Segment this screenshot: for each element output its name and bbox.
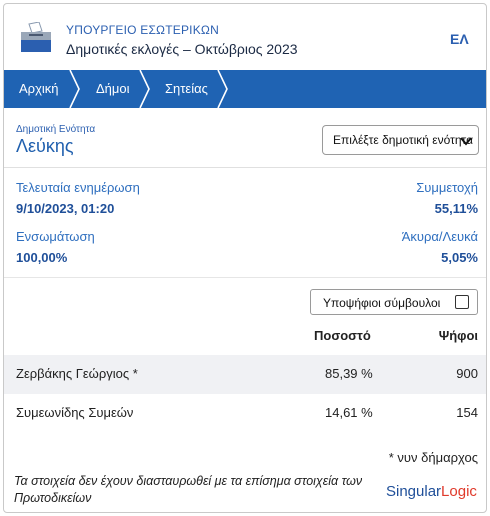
- divider: [4, 277, 486, 278]
- unit-select[interactable]: Επιλέξτε δημοτική ενότητα: [322, 125, 479, 155]
- turnout-value: 55,11%: [434, 201, 478, 216]
- unit-label: Δημοτική Ενότητα: [16, 124, 96, 135]
- last-update-value: 9/10/2023, 01:20: [16, 201, 115, 216]
- language-switch[interactable]: ΕΛ: [450, 31, 469, 47]
- invalid-blank-label: Άκυρα/Λευκά: [401, 229, 478, 244]
- unit-name: Λεύκης: [16, 136, 74, 156]
- incumbent-footnote: * νυν δήμαρχος: [388, 450, 478, 465]
- integration-value: 100,00%: [16, 250, 68, 265]
- disclaimer: Τα στοιχεία δεν έχουν διασταυρωθεί με τα…: [14, 474, 363, 505]
- election-title: Δημοτικές εκλογές – Οκτώβριος 2023: [66, 41, 298, 57]
- chevron-right-icon: [217, 70, 228, 108]
- integration-label: Ενσωμάτωση: [16, 229, 95, 244]
- singularlogic-logo: SingularLogic: [386, 483, 477, 500]
- council-candidates-toggle[interactable]: Υποψήφιοι σύμβουλοι: [310, 289, 478, 315]
- header: ΥΠΟΥΡΓΕΙΟ ΕΣΩΤΕΡΙΚΩΝ Δημοτικές εκλογές –…: [4, 4, 486, 70]
- chevron-right-icon: [139, 70, 150, 108]
- chevron-right-icon: [69, 70, 80, 108]
- candidate-votes: 900: [456, 366, 478, 381]
- table-row: Ζερβάκης Γεώργιος * 85,39 % 900: [4, 355, 486, 394]
- results-panel: ΥΠΟΥΡΓΕΙΟ ΕΣΩΤΕΡΙΚΩΝ Δημοτικές εκλογές –…: [3, 3, 487, 513]
- council-candidates-label: Υποψήφιοι σύμβουλοι: [323, 296, 441, 310]
- candidate-name: Ζερβάκης Γεώργιος *: [16, 366, 138, 381]
- breadcrumb: Αρχική Δήμοι Σητείας: [4, 70, 486, 108]
- candidate-name: Συμεωνίδης Συμεών: [16, 405, 134, 420]
- votes-column-header: Ψήφοι: [438, 328, 478, 343]
- breadcrumb-sitia[interactable]: Σητείας: [165, 70, 208, 108]
- breadcrumb-municipalities[interactable]: Δήμοι: [96, 70, 130, 108]
- divider: [4, 167, 486, 168]
- candidate-percent: 85,39 %: [325, 366, 373, 381]
- chevron-down-icon: [460, 137, 472, 146]
- candidate-percent: 14,61 %: [325, 405, 373, 420]
- candidate-votes: 154: [456, 405, 478, 420]
- last-update-label: Τελευταία ενημέρωση: [16, 180, 140, 195]
- ballot-box-icon: [21, 22, 51, 52]
- invalid-blank-value: 5,05%: [441, 250, 478, 265]
- council-candidates-checkbox[interactable]: [455, 295, 469, 309]
- breadcrumb-home[interactable]: Αρχική: [19, 70, 59, 108]
- ministry-name: ΥΠΟΥΡΓΕΙΟ ΕΣΩΤΕΡΙΚΩΝ: [66, 23, 219, 37]
- percent-column-header: Ποσοστό: [314, 328, 371, 343]
- table-row: Συμεωνίδης Συμεών 14,61 % 154: [4, 394, 486, 433]
- turnout-label: Συμμετοχή: [416, 180, 478, 195]
- unit-select-value: Επιλέξτε δημοτική ενότητα: [333, 133, 474, 147]
